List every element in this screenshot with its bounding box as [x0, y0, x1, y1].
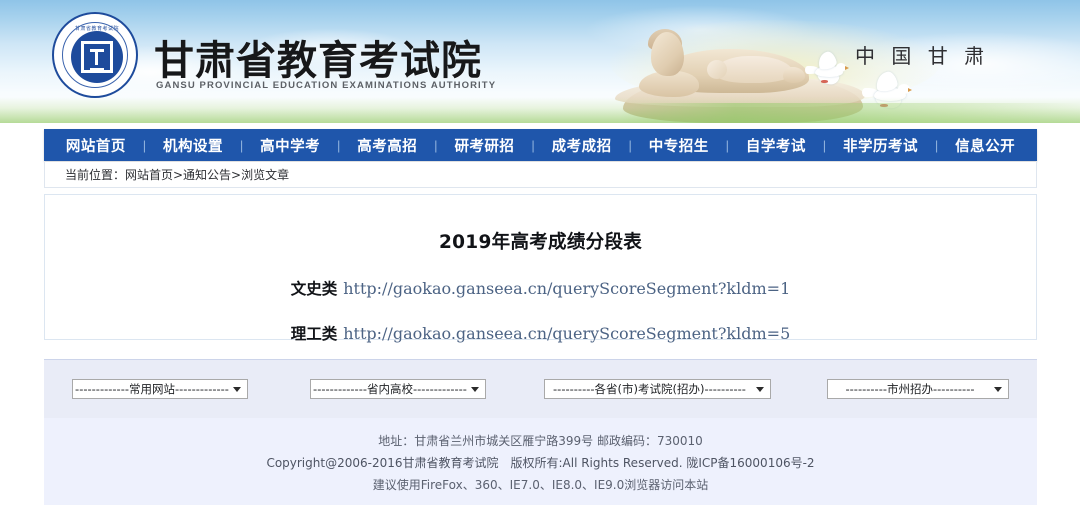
nav-item-non-degree-exam[interactable]: 非学历考试: [839, 135, 922, 156]
dove-icon: [805, 50, 857, 86]
nav-item-highschool-exam[interactable]: 高中学考: [256, 135, 324, 156]
select-provincial-colleges-value: -------------省内高校-------------: [313, 382, 467, 396]
link-url-science[interactable]: http://gaokao.ganseea.cn/queryScoreSegme…: [343, 324, 790, 343]
footer-browser-note: 建议使用FireFox、360、IE7.0、IE8.0、IE9.0浏览器访问本站: [372, 478, 709, 492]
select-city-admissions-offices[interactable]: ----------市州招办----------: [827, 379, 1009, 399]
site-title-cn: 甘肃省教育考试院: [154, 38, 482, 84]
site-logo[interactable]: 甘肃省教育考试院 甘肃省教育考试院 GANSU PROVINCIAL EDUCA…: [52, 12, 495, 108]
page-title: 2019年高考成绩分段表: [438, 232, 643, 253]
site-title-en: GANSU PROVINCIAL EDUCATION EXAMINATIONS …: [156, 80, 497, 91]
nav-item-graduate-exam[interactable]: 研考研招: [450, 135, 518, 156]
select-common-sites[interactable]: -------------常用网站-------------: [72, 379, 248, 399]
site-footer: 地址：甘肃省兰州市城关区雁宁路399号 邮政编码：730010 Copyrigh…: [44, 418, 1037, 505]
chevron-down-icon: [471, 387, 479, 392]
nav-item-adult-exam[interactable]: 成考成招: [548, 135, 616, 156]
nav-separator: |: [628, 137, 632, 153]
article-link-row: 理工类 http://gaokao.ganseea.cn/queryScoreS…: [45, 322, 1036, 344]
nav-item-home[interactable]: 网站首页: [62, 135, 130, 156]
nav-item-gaokao[interactable]: 高考高招: [353, 135, 421, 156]
nav-separator: |: [434, 137, 438, 153]
nav-separator: |: [725, 137, 729, 153]
banner-slogan: 中 国 甘 肃: [855, 44, 990, 68]
link-url-liberal-arts[interactable]: http://gaokao.ganseea.cn/queryScoreSegme…: [343, 279, 790, 298]
nav-item-vocational-admission[interactable]: 中专招生: [645, 135, 713, 156]
gansu-education-seal-icon: 甘肃省教育考试院: [52, 12, 138, 98]
chevron-down-icon: [233, 387, 241, 392]
chevron-down-icon: [756, 387, 764, 392]
select-provincial-exam-authorities[interactable]: ----------各省(市)考试院(招办)----------: [544, 379, 771, 399]
select-provincial-exam-authorities-value: ----------各省(市)考试院(招办)----------: [553, 382, 746, 396]
breadcrumb-text[interactable]: 当前位置：网站首页>通知公告>浏览文章: [45, 166, 289, 183]
nav-separator: |: [142, 137, 147, 153]
link-label-liberal-arts: 文史类: [290, 280, 338, 298]
select-provincial-colleges[interactable]: -------------省内高校-------------: [310, 379, 486, 399]
chevron-down-icon: [994, 387, 1002, 392]
nav-separator: |: [822, 137, 827, 153]
link-label-science: 理工类: [290, 325, 338, 343]
nav-item-self-study-exam[interactable]: 自学考试: [742, 135, 810, 156]
main-navigation: 网站首页 | 机构设置 | 高中学考 | 高考高招 | 研考研招 | 成考成招 …: [44, 129, 1037, 161]
select-common-sites-value: -------------常用网站-------------: [75, 382, 229, 396]
grass-decoration-right: [620, 103, 1080, 123]
article-link-row: 文史类 http://gaokao.ganseea.cn/queryScoreS…: [45, 277, 1036, 299]
article-panel: 2019年高考成绩分段表 文史类 http://gaokao.ganseea.c…: [44, 194, 1037, 343]
footer-address: 地址：甘肃省兰州市城关区雁宁路399号 邮政编码：730010: [378, 434, 703, 448]
footer-copyright: Copyright@2006-2016甘肃省教育考试院 版权所有:All Rig…: [266, 456, 815, 470]
quick-links-bar: -------------常用网站------------- ---------…: [44, 359, 1037, 418]
nav-separator: |: [239, 137, 244, 153]
nav-separator: |: [934, 137, 939, 153]
nav-separator: |: [531, 137, 535, 153]
nav-item-info-disclosure[interactable]: 信息公开: [951, 135, 1019, 156]
site-banner: 中 国 甘 肃 甘肃省教育考试院 甘肃省教育考试院 GANSU PROVINCI…: [0, 0, 1080, 123]
nav-separator: |: [337, 137, 341, 153]
select-city-admissions-offices-value: ----------市州招办----------: [845, 382, 975, 396]
page-root: 中 国 甘 肃 甘肃省教育考试院 甘肃省教育考试院 GANSU PROVINCI…: [0, 0, 1080, 505]
nav-item-organization[interactable]: 机构设置: [159, 135, 227, 156]
breadcrumb: 当前位置：网站首页>通知公告>浏览文章: [44, 162, 1037, 188]
